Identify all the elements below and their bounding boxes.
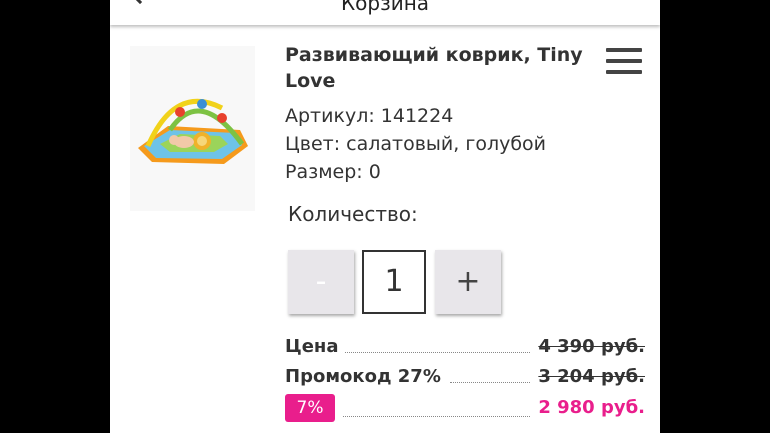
product-title: Развивающий коврик, Tiny Love (285, 44, 583, 92)
product-color: Цвет: салатовый, голубой (285, 133, 547, 155)
quantity-label: Количество: (288, 202, 418, 226)
price-label: Цена (285, 335, 345, 359)
menu-bar-middle (606, 59, 642, 63)
product-image[interactable] (130, 46, 255, 211)
promo-price: 3 204 руб. (538, 366, 645, 387)
final-price: 2 980 руб. (538, 397, 645, 418)
decrease-quantity-button[interactable]: - (288, 250, 354, 314)
price-row: Цена 4 390 руб. (285, 335, 645, 359)
product-size: Размер: 0 (285, 161, 381, 183)
quantity-input[interactable]: 1 (362, 250, 426, 314)
hamburger-menu-icon[interactable] (606, 46, 642, 76)
menu-bar-top (606, 48, 642, 52)
product-article: Артикул: 141224 (285, 105, 454, 127)
final-dotted-leader (343, 416, 530, 417)
price-dotted-leader (345, 352, 530, 353)
original-price: 4 390 руб. (538, 336, 645, 357)
final-price-row: 7% 2 980 руб. (285, 394, 645, 424)
promo-label: Промокод 27% (285, 365, 447, 389)
page-title: Корзина (340, 0, 430, 15)
baby-play-mat-image (130, 46, 255, 211)
app-header: Корзина (110, 0, 660, 25)
promo-row: Промокод 27% 3 204 руб. (285, 365, 645, 389)
discount-badge: 7% (285, 394, 335, 422)
increase-quantity-button[interactable]: + (435, 250, 501, 314)
menu-bar-bottom (606, 70, 642, 74)
promo-dotted-leader (450, 382, 530, 383)
phone-screen: Корзина Развивающий коврик, Tiny Love Ар… (110, 0, 660, 433)
